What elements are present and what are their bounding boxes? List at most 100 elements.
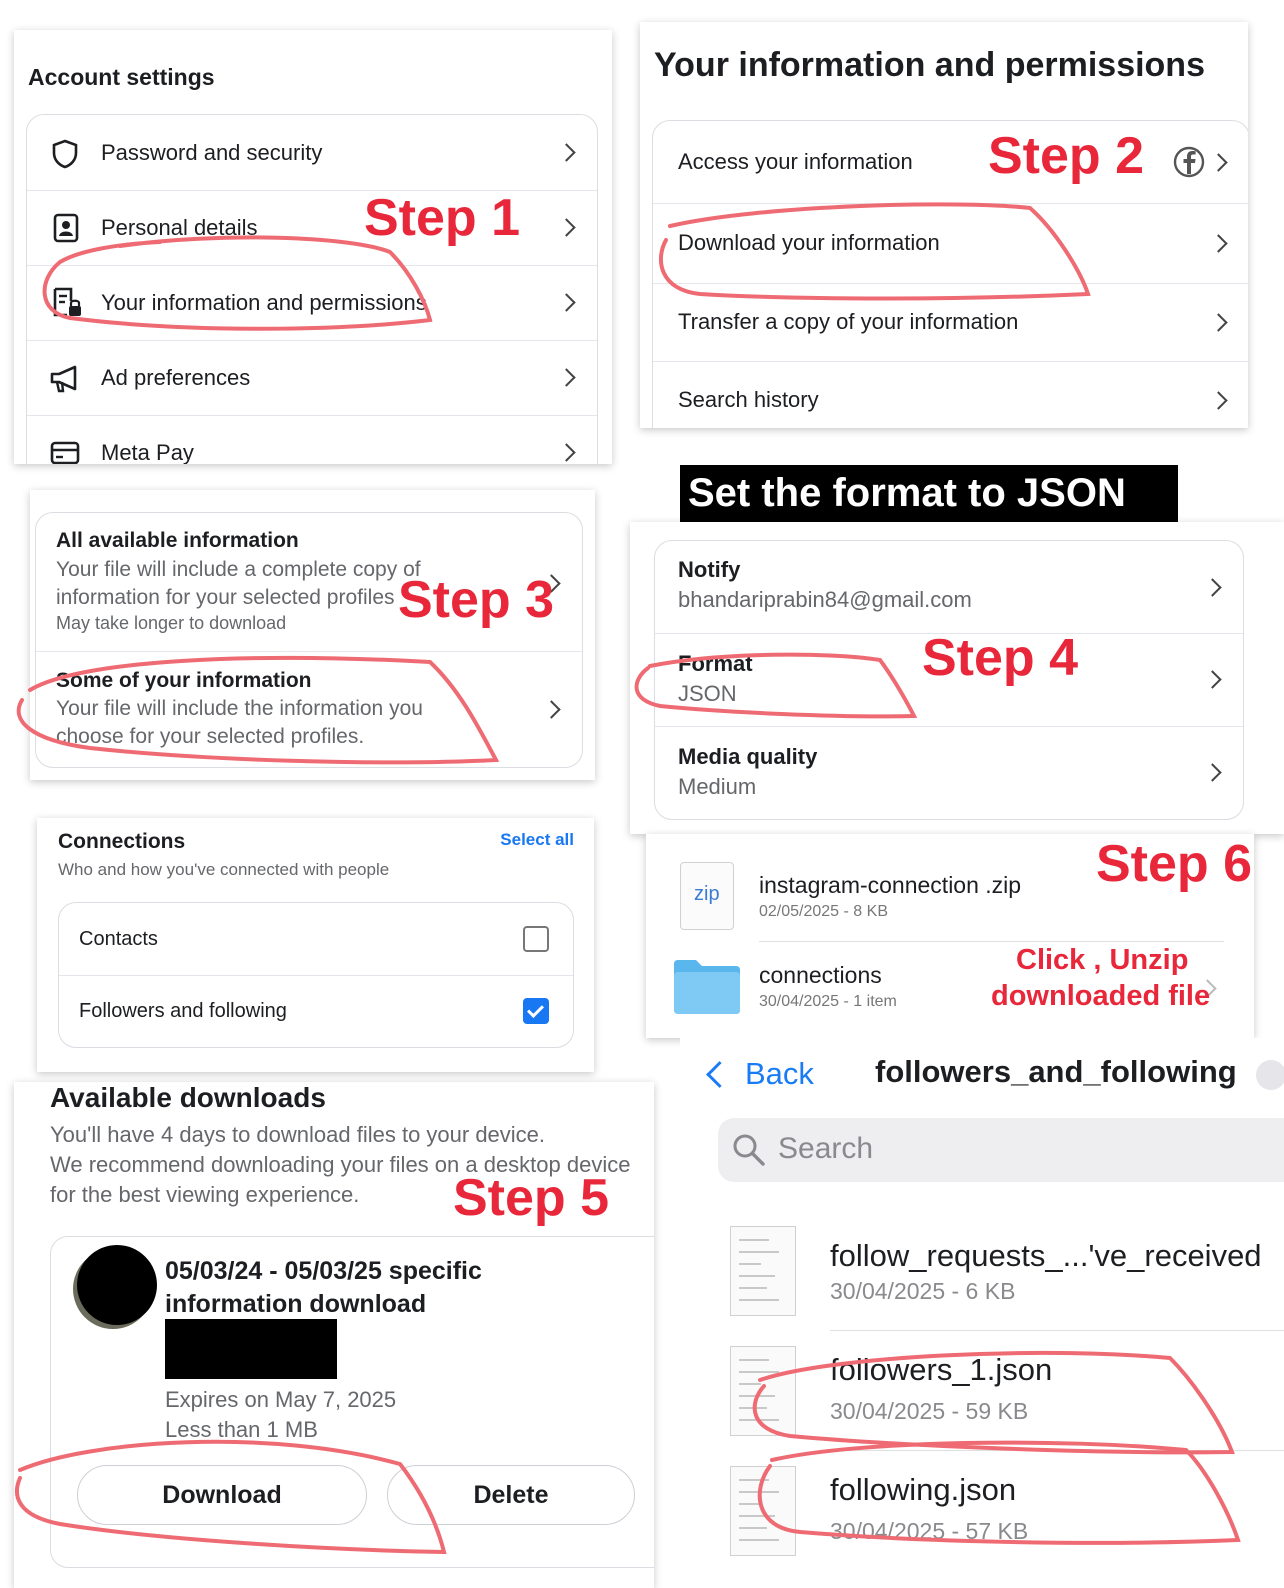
setting-notify[interactable]: Notify bhandariprabin84@gmail.com xyxy=(655,541,1243,634)
menu-item-label: Download your information xyxy=(678,230,940,255)
option-label: Contacts xyxy=(79,927,158,950)
download-button[interactable]: Download xyxy=(77,1465,367,1525)
search-bar[interactable]: Search xyxy=(718,1118,1284,1182)
shield-icon xyxy=(52,139,78,169)
option-note: May take longer to download xyxy=(56,613,287,633)
folder-name: connections xyxy=(759,962,882,988)
chevron-right-icon xyxy=(557,143,576,162)
delete-button[interactable]: Delete xyxy=(387,1465,635,1525)
step-2-label: Step 2 xyxy=(988,127,1145,185)
file-row[interactable]: following.json 30/04/2025 - 57 KB xyxy=(680,1458,1284,1566)
file-meta: 02/05/2025 - 8 KB xyxy=(759,903,888,920)
chevron-right-icon xyxy=(1209,233,1228,253)
zip-file-icon: zip xyxy=(680,862,734,930)
chevron-right-icon xyxy=(1203,577,1222,597)
file-meta: 30/04/2025 - 6 KB xyxy=(830,1278,1016,1304)
section-title: Connections xyxy=(58,830,186,853)
section-title: Available downloads xyxy=(50,1082,326,1113)
panel-title: Account settings xyxy=(28,64,215,90)
option-label: Followers and following xyxy=(79,999,287,1022)
menu-item-label: Your information and permissions xyxy=(101,289,427,315)
followers-following-checkbox[interactable] xyxy=(523,998,549,1024)
file-thumbnail-icon xyxy=(730,1226,796,1316)
folder-title: followers_and_following xyxy=(875,1054,1237,1089)
file-name: instagram-connection .zip xyxy=(759,872,1022,898)
setting-value: bhandariprabin84@gmail.com xyxy=(678,587,972,612)
connections-options-card: Contacts Followers and following xyxy=(58,902,574,1048)
available-downloads-panel: Available downloads You'll have 4 days t… xyxy=(14,1082,654,1588)
connections-panel: Connections Select all Who and how you'v… xyxy=(37,818,594,1072)
information-permissions-panel: Your information and permissions Access … xyxy=(640,22,1248,428)
search-icon xyxy=(733,1134,765,1166)
option-description: Your file will include the information y… xyxy=(56,697,423,748)
file-meta: 30/04/2025 - 59 KB xyxy=(830,1398,1029,1424)
chevron-right-icon xyxy=(557,368,576,387)
chevron-right-icon xyxy=(1203,763,1222,782)
setting-label: Media quality xyxy=(678,744,818,769)
search-placeholder: Search xyxy=(778,1132,874,1165)
divider xyxy=(830,1450,1284,1451)
avatar xyxy=(77,1245,157,1325)
menu-item-label: Search history xyxy=(678,387,819,412)
info-line-1: You'll have 4 days to download files to … xyxy=(50,1122,546,1147)
menu-item-access-your-information[interactable]: Access your information xyxy=(653,121,1248,204)
account-settings-panel: Account settings Password and security P… xyxy=(14,30,612,464)
info-line-3: for the best viewing experience. xyxy=(50,1182,360,1207)
unzip-hint-line1: Click , Unzip xyxy=(1016,944,1189,976)
back-label: Back xyxy=(745,1056,814,1091)
facebook-icon xyxy=(1173,146,1205,178)
panel-title: Your information and permissions xyxy=(654,46,1205,84)
menu-item-transfer-copy[interactable]: Transfer a copy of your information xyxy=(653,283,1248,362)
menu-item-your-information-permissions[interactable]: Your information and permissions xyxy=(27,265,597,341)
option-title: All available information xyxy=(56,529,299,552)
megaphone-icon xyxy=(50,365,77,393)
menu-item-search-history[interactable]: Search history xyxy=(653,361,1248,428)
folder-icon xyxy=(674,960,740,1014)
option-some-of-your-information[interactable]: Some of your information Your file will … xyxy=(36,651,582,767)
card-icon xyxy=(50,441,80,464)
menu-item-download-your-information[interactable]: Download your information xyxy=(653,203,1248,284)
option-title: Some of your information xyxy=(56,669,312,692)
step-5-label: Step 5 xyxy=(453,1169,610,1227)
menu-item-label: Personal details xyxy=(101,214,258,240)
menu-item-label: Transfer a copy of your information xyxy=(678,309,1019,334)
folder-meta: 30/04/2025 - 1 item xyxy=(759,993,897,1010)
folder-options-icon[interactable] xyxy=(1256,1060,1284,1090)
file-meta: 30/04/2025 - 57 KB xyxy=(830,1518,1029,1544)
followers-folder-panel: Back followers_and_following Search foll… xyxy=(680,1038,1284,1588)
select-all-link[interactable]: Select all xyxy=(500,830,574,850)
menu-item-ad-preferences[interactable]: Ad preferences xyxy=(27,340,597,416)
chevron-right-icon xyxy=(542,700,561,719)
section-description: Who and how you've connected with people xyxy=(58,860,390,879)
menu-item-meta-pay[interactable]: Meta Pay xyxy=(27,415,597,464)
file-thumbnail-icon xyxy=(730,1466,796,1556)
step-3-label: Step 3 xyxy=(398,571,555,629)
file-thumbnail-icon xyxy=(730,1346,796,1436)
menu-item-label: Access your information xyxy=(678,149,913,174)
chevron-right-icon xyxy=(1209,390,1228,410)
setting-media-quality[interactable]: Media quality Medium xyxy=(655,726,1243,819)
redacted-block xyxy=(165,1319,337,1379)
chevron-right-icon xyxy=(1209,312,1228,332)
back-button[interactable]: Back xyxy=(704,1052,814,1096)
option-contacts[interactable]: Contacts xyxy=(59,903,573,976)
zip-badge: zip xyxy=(694,883,720,905)
chevron-right-icon xyxy=(1209,152,1228,172)
information-scope-panel: All available information Your file will… xyxy=(30,490,595,780)
menu-item-password-security[interactable]: Password and security xyxy=(27,115,597,191)
account-settings-list: Password and security Personal details Y… xyxy=(26,114,598,464)
chevron-right-icon xyxy=(557,218,576,237)
step-4-label: Step 4 xyxy=(922,629,1079,687)
file-row[interactable]: follow_requests_...'ve_received 30/04/20… xyxy=(680,1218,1284,1326)
option-followers-following[interactable]: Followers and following xyxy=(59,975,573,1047)
file-name: followers_1.json xyxy=(830,1352,1053,1387)
file-row[interactable]: followers_1.json 30/04/2025 - 59 KB xyxy=(680,1338,1284,1446)
unzip-hint-line2: downloaded file xyxy=(991,980,1211,1012)
download-item-title-2: information download xyxy=(165,1290,427,1318)
chevron-right-icon xyxy=(1203,670,1222,689)
file-size-text: Less than 1 MB xyxy=(165,1417,318,1442)
menu-item-label: Meta Pay xyxy=(101,439,194,465)
contacts-checkbox[interactable] xyxy=(523,926,549,952)
file-name: follow_requests_...'ve_received xyxy=(830,1238,1262,1273)
setting-value: Medium xyxy=(678,774,757,799)
